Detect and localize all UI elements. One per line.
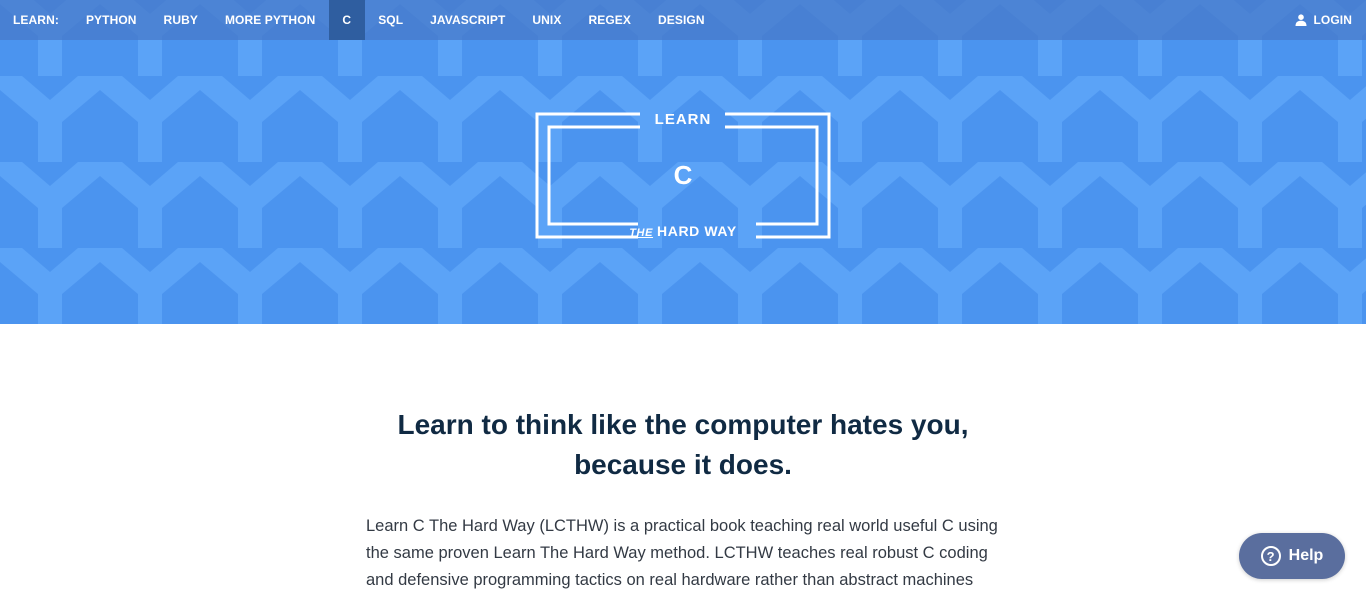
intro-paragraph: Learn C The Hard Way (LCTHW) is a practi… [366,517,998,589]
nav-item-sql[interactable]: SQL [365,0,417,40]
logo-the-text: THE [629,227,654,239]
nav-item-unix[interactable]: UNIX [519,0,575,40]
nav-learn-label: LEARN: [13,13,59,27]
help-label: Help [1288,547,1324,564]
question-circle-icon: ? [1260,546,1281,566]
login-link[interactable]: LOGIN [1285,0,1366,40]
top-navigation: LEARN: PYTHON RUBY MORE PYTHON C SQL JAV… [0,0,1366,40]
nav-item-design[interactable]: DESIGN [644,0,718,40]
nav-item-c[interactable]: C [328,0,365,40]
site-logo[interactable]: LEARN C THE HARD WAY [534,111,832,240]
headline-line-2: because it does. [574,449,792,480]
logo-c-text: C [673,160,693,190]
logo-hard-way-text: THE HARD WAY [534,222,832,242]
login-label: LOGIN [1313,13,1352,27]
headline-line-1: Learn to think like the computer hates y… [397,409,969,440]
hero-banner: LEARN C THE HARD WAY [0,0,1366,324]
user-icon [1295,14,1306,26]
nav-item-python[interactable]: PYTHON [72,0,150,40]
help-button[interactable]: ? Help [1239,533,1345,579]
nav-item-regex[interactable]: REGEX [575,0,645,40]
nav-item-ruby[interactable]: RUBY [150,0,211,40]
logo-bottom-text: HARD WAY [657,223,737,239]
nav-item-javascript[interactable]: JAVASCRIPT [417,0,519,40]
page-headline: Learn to think like the computer hates y… [380,405,986,485]
nav-item-more-python[interactable]: MORE PYTHON [211,0,328,40]
logo-learn-text: LEARN [654,111,712,128]
